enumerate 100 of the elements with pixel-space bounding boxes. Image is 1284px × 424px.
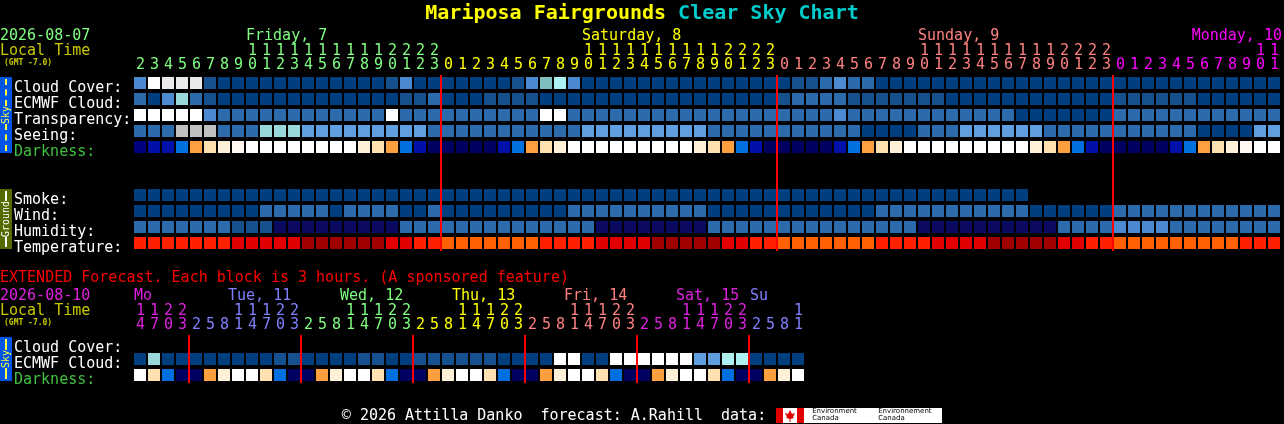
hour-label: 8 [780,317,789,331]
hour-label: 23 [766,43,775,71]
hour-label: 8 [556,57,565,71]
day-label: Sat, 15 [676,286,740,304]
hour-label: 23 [402,303,411,331]
row-label: Darkness: [14,142,96,160]
hour-label: 23 [290,303,299,331]
hour-label: 2 [416,317,425,331]
day-label: Thu, 13 [452,286,516,304]
hour-label: 19 [710,43,719,71]
hour-label: 17 [710,303,719,331]
hour-label: 1 [794,57,803,71]
location-title: Mariposa Fairgrounds [425,0,667,26]
hour-label: 14 [136,303,145,331]
hour-label: 2 [752,317,761,331]
hour-label: 18 [360,43,369,71]
hour-label: 2 [136,57,145,71]
hour-label: 20 [724,303,733,331]
hour-label: 6 [864,57,873,71]
hour-label: 17 [1018,43,1027,71]
day-label: Saturday, 8 [582,26,682,44]
hour-label: 8 [668,317,677,331]
hour-label: 23 [430,43,439,71]
day-label: Friday, 7 [246,26,328,44]
hour-label: 7 [542,57,551,71]
hour-label: 11 [458,303,467,331]
hour-label: 1 [1130,57,1139,71]
hour-label: 2 [1144,57,1153,71]
hour-label: 23 [514,303,523,331]
day-label: Tue, 11 [228,286,292,304]
local-time-label: Local Time [0,43,91,58]
hour-label: 9 [906,57,915,71]
hour-label: 11 [1270,43,1279,71]
hour-label: 7 [206,57,215,71]
hour-label: 17 [262,303,271,331]
day-label: Fri, 14 [564,286,628,304]
hour-label: 7 [1214,57,1223,71]
section-label: Ground [0,200,12,238]
hour-label: 15 [990,43,999,71]
hour-label: 11 [346,303,355,331]
hour-label: 11 [934,43,943,71]
hour-label: 11 [598,43,607,71]
hour-label: 5 [206,317,215,331]
copyright-text: © 2026 Attilla Danko [341,404,523,424]
flag-icon [776,407,805,423]
hour-label: 4 [164,57,173,71]
hour-label: 6 [528,57,537,71]
hour-label: 4 [836,57,845,71]
day-label: Monday, 10 [1191,26,1282,44]
hour-label: 11 [570,303,579,331]
timezone-label: (GMT -7.0) [3,318,53,327]
hour-label: 5 [514,57,523,71]
forecast-credit: forecast: A.Rahill [540,404,703,424]
hour-label: 20 [1060,43,1069,71]
hour-label: 8 [556,317,565,331]
hour-label: 20 [612,303,621,331]
hour-label: 8 [332,317,341,331]
hour-label: 20 [724,43,733,71]
hour-label: 3 [1158,57,1167,71]
hour-label: 12 [276,43,285,71]
hour-label: 5 [654,317,663,331]
timezone-label: (GMT -7.0) [3,58,53,67]
hour-label: 2 [640,317,649,331]
hour-label: 6 [192,57,201,71]
hour-label: 20 [388,43,397,71]
hour-label: 0 [1116,57,1125,71]
hour-label: 5 [178,57,187,71]
hour-label: 2 [528,317,537,331]
hour-label: 22 [1088,43,1097,71]
hour-label: 17 [150,303,159,331]
hour-label: 14 [584,303,593,331]
hour-label: 6 [1200,57,1209,71]
hour-label: 0 [444,57,453,71]
hour-label: 0 [780,57,789,71]
hour-label: 8 [1228,57,1237,71]
hour-label: 10 [248,43,257,71]
hour-label: 21 [738,43,747,71]
local-time-label: Local Time [0,303,91,318]
hour-label: 14 [976,43,985,71]
hour-label: 23 [626,303,635,331]
hour-label: 11 [682,303,691,331]
row-label: Cloud Cover: [14,338,123,356]
hour-label: 17 [486,303,495,331]
hour-label: 17 [374,303,383,331]
hour-label: 17 [598,303,607,331]
hour-label: 9 [234,57,243,71]
forecast-date: 2026-08-07 [0,28,91,43]
hour-label: 11 [262,43,271,71]
day-label: Wed, 12 [340,286,404,304]
hour-label: 14 [360,303,369,331]
hour-label: 8 [892,57,901,71]
hour-label: 11 [234,303,243,331]
hour-label: 4 [1172,57,1181,71]
row-label: ECMWF Cloud: [14,94,123,112]
hour-label: 18 [1032,43,1041,71]
hour-label: 9 [570,57,579,71]
hour-label: 2 [192,317,201,331]
hour-label: 23 [1102,43,1111,71]
hour-label: 2 [472,57,481,71]
hour-label: 23 [178,303,187,331]
